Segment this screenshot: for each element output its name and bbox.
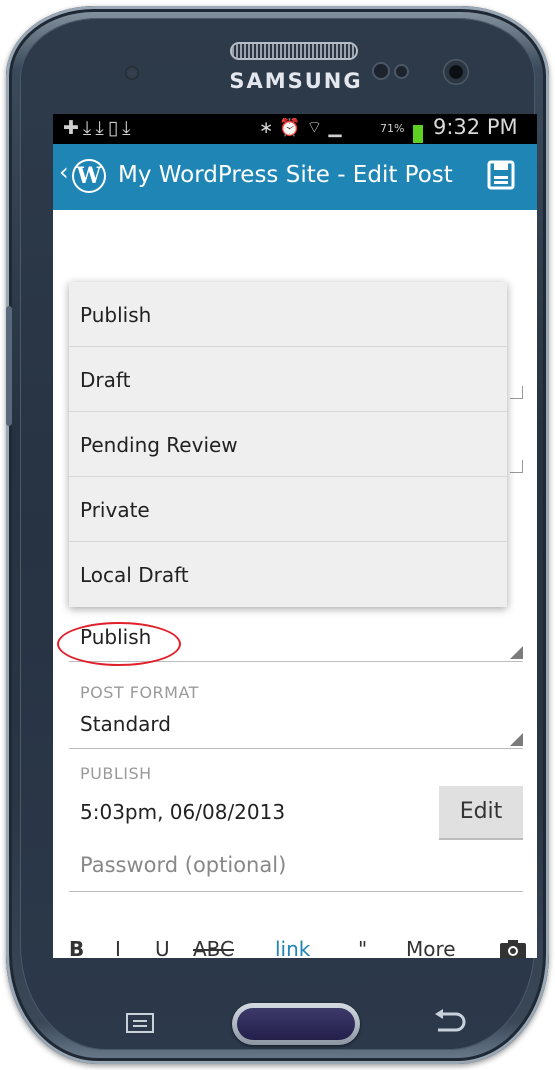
light-sensor-icon [396,66,407,77]
italic-button[interactable]: I [115,937,121,958]
home-button[interactable] [232,1003,360,1045]
quote-button[interactable]: " [358,937,367,958]
status-bar: ✚⤓⤓▯⤓ ∗⏰⌔▁ 71% 9:32 PM [53,114,537,144]
phone-body: SAMSUNG ✚⤓⤓▯⤓ ∗⏰⌔▁ 71% 9:32 PM ‹ W My Wo… [6,6,549,1064]
dropdown-option-draft[interactable]: Draft [69,347,507,412]
bold-button[interactable]: B [69,937,84,958]
back-icon[interactable] [432,1008,468,1034]
screen: ✚⤓⤓▯⤓ ∗⏰⌔▁ 71% 9:32 PM ‹ W My WordPress … [53,114,537,958]
save-icon[interactable] [487,160,515,190]
more-button[interactable]: More [406,937,456,958]
post-format-spinner[interactable]: Standard [69,708,523,749]
wordpress-logo-icon[interactable]: W [72,159,106,193]
app-bar: ‹ W My WordPress Site - Edit Post [53,144,537,210]
front-camera-icon [443,59,469,85]
notification-icons: ✚⤓⤓▯⤓ [63,117,135,139]
brand-logo: SAMSUNG [229,69,363,93]
format-toolbar: B I U ABC link " More [53,933,537,958]
earpiece-speaker [232,44,356,58]
password-field[interactable]: Password (optional) [69,851,523,892]
sensor-icon [125,66,139,80]
strikethrough-button[interactable]: ABC [193,937,234,958]
proximity-sensor-icon [374,64,388,78]
post-format-label: POST FORMAT [80,683,199,702]
underline-button[interactable]: U [155,937,170,958]
publish-label: PUBLISH [80,764,152,783]
spinner-arrow-icon [510,733,523,746]
battery-percent: 71% [380,122,405,135]
clock: 9:32 PM [433,115,518,139]
back-chevron-icon[interactable]: ‹ [59,158,69,186]
status-dropdown-menu: Publish Draft Pending Review Private Loc… [69,282,507,607]
post-format-value: Standard [80,712,171,736]
edit-date-button[interactable]: Edit [439,786,523,840]
camera-icon[interactable] [499,939,527,958]
edit-post-form: ... Publish Draft Pending Review Private… [53,210,537,958]
volume-button [6,306,12,426]
dropdown-option-private[interactable]: Private [69,477,507,542]
dropdown-option-pending-review[interactable]: Pending Review [69,412,507,477]
field-edge [510,386,523,399]
page-title: My WordPress Site - Edit Post [118,162,453,188]
dropdown-option-publish[interactable]: Publish [69,282,507,347]
annotation-circle [57,622,181,666]
password-placeholder: Password (optional) [80,853,287,877]
battery-icon [413,122,423,143]
publish-date: 5:03pm, 06/08/2013 [80,800,286,824]
menu-icon[interactable] [126,1013,154,1033]
system-icons: ∗⏰⌔▁ [259,118,348,138]
link-button[interactable]: link [275,937,310,958]
spinner-arrow-icon [510,646,523,659]
dropdown-option-local-draft[interactable]: Local Draft [69,542,507,607]
field-edge [510,460,523,473]
